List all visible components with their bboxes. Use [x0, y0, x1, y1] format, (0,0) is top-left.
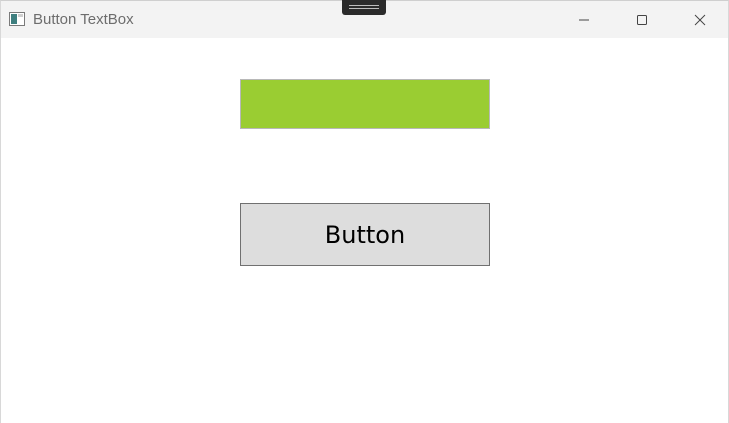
window-content: Button	[1, 38, 728, 423]
snap-layout-handle[interactable]	[342, 0, 386, 15]
maximize-button[interactable]	[613, 1, 671, 38]
app-window: Button TextBox Button	[0, 0, 729, 423]
window-app-icon	[9, 12, 25, 26]
green-textbox[interactable]	[240, 79, 490, 129]
minimize-button[interactable]	[555, 1, 613, 38]
close-button[interactable]	[671, 1, 729, 38]
window-title: Button TextBox	[33, 11, 134, 28]
title-bar[interactable]: Button TextBox	[1, 0, 729, 38]
maximize-icon	[637, 14, 647, 25]
close-icon	[694, 14, 706, 25]
main-button[interactable]: Button	[240, 203, 490, 266]
minimize-icon	[579, 19, 589, 20]
